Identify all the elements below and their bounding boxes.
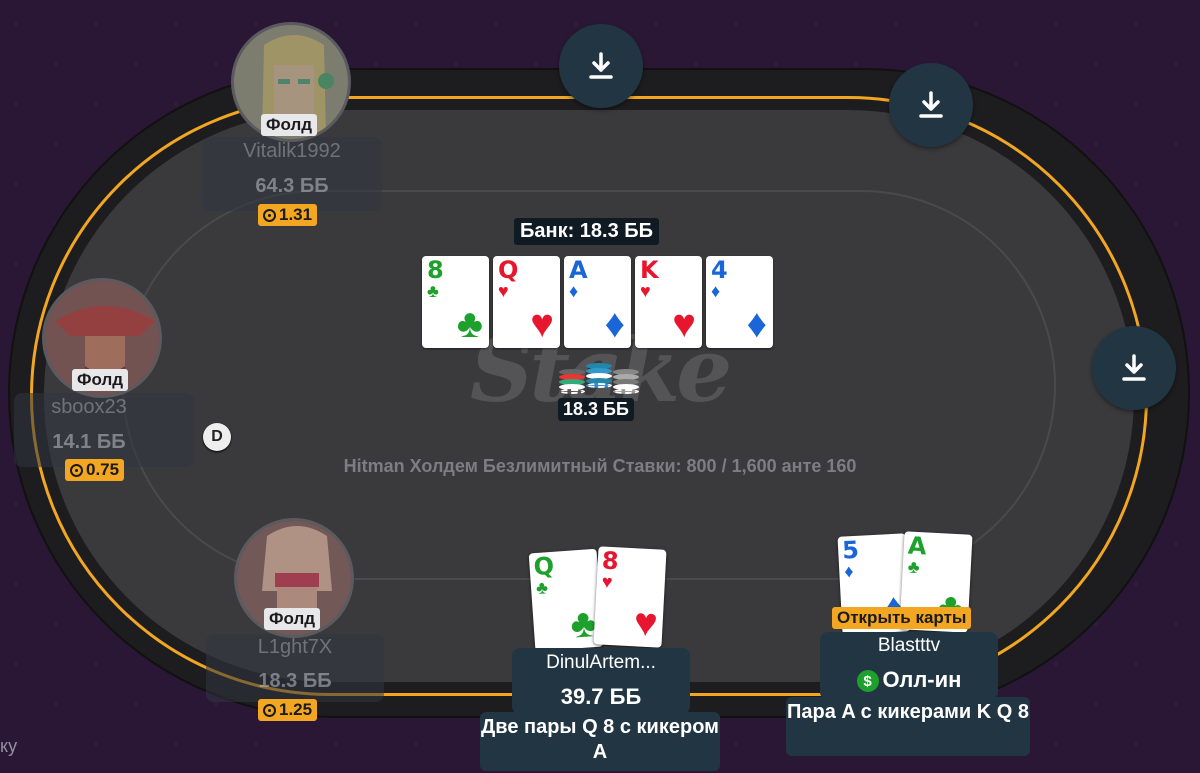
card-rank: A <box>907 531 928 561</box>
chip-target-icon <box>263 703 276 717</box>
chip-target-icon <box>263 208 276 222</box>
player-name: L1ght7X <box>257 636 333 658</box>
player-bet: 0.75 <box>65 459 125 481</box>
hole-card: Q ♣ ♣ <box>528 548 604 652</box>
diamond-icon: ♦ <box>569 281 579 301</box>
allin-label: Олл-ин <box>882 667 962 692</box>
card-rank: Q <box>532 551 555 582</box>
card-rank: K <box>640 256 659 284</box>
player-name: DinulArtem... <box>546 652 656 673</box>
pot-amount: 18.3 ББ <box>558 398 634 421</box>
sit-here-button[interactable] <box>559 24 643 108</box>
hole-card: 8 ♥ ♥ <box>593 546 667 648</box>
club-icon: ♣ <box>427 281 439 301</box>
player-stack: 14.1 ББ <box>52 431 126 453</box>
chip-target-icon <box>70 463 83 477</box>
club-icon: ♣ <box>535 577 549 599</box>
club-icon: ♣ <box>907 556 921 578</box>
heart-icon: ♥ <box>632 600 659 646</box>
show-cards-button[interactable]: Открыть карты <box>832 607 972 629</box>
allin-status: $ Олл-ин <box>820 667 998 693</box>
fold-status: Фолд <box>261 114 318 136</box>
player-stack: 18.3 ББ <box>258 670 332 692</box>
player-name: Blastttv <box>877 635 941 656</box>
dollar-icon: $ <box>856 670 879 693</box>
card-rank: A <box>569 256 588 284</box>
table-info: Hitman Холдем Безлимитный Ставки: 800 / … <box>343 456 857 476</box>
hand-description: Пара A с кикерами K Q 8 <box>786 697 1030 756</box>
board-card: 4 ♦ ♦ <box>706 256 773 348</box>
bet-amount: 1.31 <box>279 205 313 224</box>
board-card: Q ♥ ♥ <box>493 256 560 348</box>
heart-icon: ♥ <box>672 302 696 346</box>
fold-status: Фолд <box>264 608 321 630</box>
club-icon: ♣ <box>456 302 483 346</box>
card-rank: 5 <box>841 535 860 565</box>
download-icon <box>1122 354 1146 381</box>
player-stack: 64.3 ББ <box>255 175 329 197</box>
player-name: sboox23 <box>51 396 127 418</box>
pot-chips-icon <box>557 350 641 394</box>
heart-icon: ♥ <box>601 571 613 593</box>
board-card: K ♥ ♥ <box>635 256 702 348</box>
pot-label: Банк: 18.3 ББ <box>514 218 660 245</box>
community-cards: 8 ♣ ♣ Q ♥ ♥ A ♦ ♦ K ♥ ♥ 4 ♦ ♦ <box>422 256 773 348</box>
sit-here-button[interactable] <box>1092 326 1176 410</box>
corner-text: ку <box>0 736 18 756</box>
card-rank: Q <box>498 256 519 284</box>
card-rank: 8 <box>427 256 444 284</box>
hand-description: Две пары Q 8 с кикером A <box>480 712 720 771</box>
board-card: A ♦ ♦ <box>564 256 631 348</box>
diamond-icon: ♦ <box>746 302 767 346</box>
player-bet: 1.31 <box>258 204 318 226</box>
download-icon <box>589 52 613 79</box>
card-rank: 8 <box>601 546 620 576</box>
card-rank: 4 <box>711 256 728 284</box>
bet-amount: 1.25 <box>279 700 313 719</box>
bet-amount: 0.75 <box>86 460 120 479</box>
player-name: Vitalik1992 <box>243 140 341 162</box>
player-stack: 39.7 ББ <box>560 684 642 709</box>
board-card: 8 ♣ ♣ <box>422 256 489 348</box>
heart-icon: ♥ <box>640 281 651 301</box>
dealer-button: D <box>203 423 231 451</box>
download-icon <box>919 91 943 118</box>
fold-status: Фолд <box>72 369 129 391</box>
heart-icon: ♥ <box>498 281 509 301</box>
diamond-icon: ♦ <box>711 281 721 301</box>
heart-icon: ♥ <box>530 302 554 346</box>
diamond-icon: ♦ <box>604 302 625 346</box>
player-bet: 1.25 <box>258 699 318 721</box>
diamond-icon: ♦ <box>843 561 855 582</box>
sit-here-button[interactable] <box>889 63 973 147</box>
